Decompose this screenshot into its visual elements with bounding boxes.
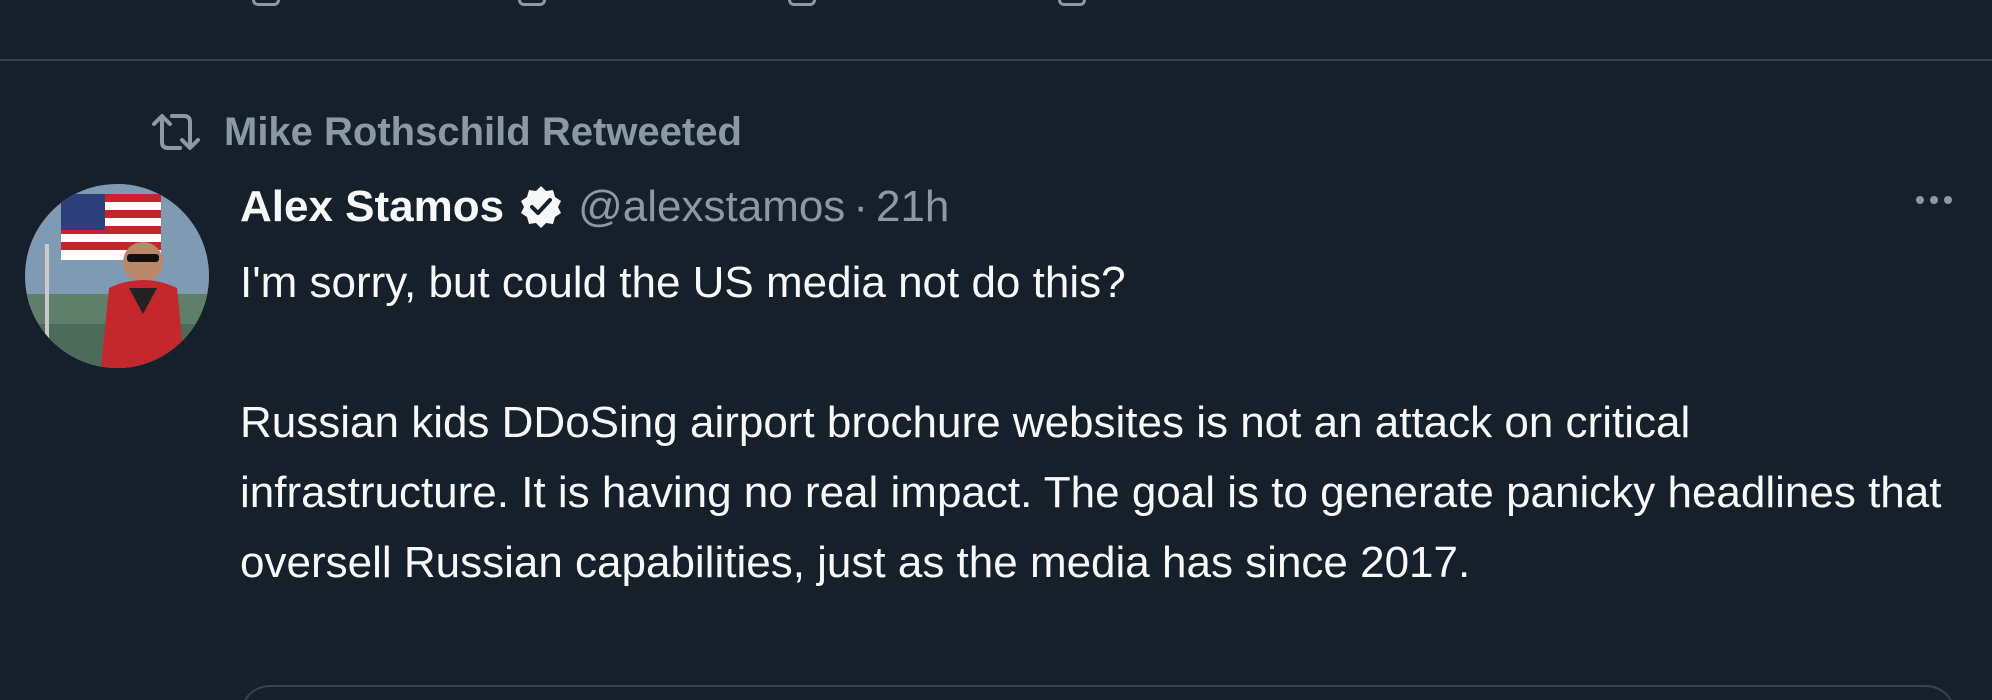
- tweet-text-paragraph: Russian kids DDoSing airport brochure we…: [240, 398, 1942, 587]
- author-handle[interactable]: @alexstamos: [578, 182, 845, 232]
- reply-icon[interactable]: [252, 0, 280, 6]
- retweet-icon[interactable]: [518, 0, 546, 6]
- tweet-text-paragraph: I'm sorry, but could the US media not do…: [240, 258, 1126, 307]
- verified-badge-icon[interactable]: [518, 184, 564, 230]
- tweet-text: I'm sorry, but could the US media not do…: [240, 248, 1960, 598]
- retweet-label[interactable]: Mike Rothschild Retweeted: [224, 104, 742, 160]
- like-icon[interactable]: [788, 0, 816, 6]
- share-icon[interactable]: [1058, 0, 1086, 6]
- previous-tweet-action-bar: [0, 0, 1992, 60]
- tweet-divider: [0, 59, 1992, 61]
- more-options-icon[interactable]: [1912, 188, 1956, 212]
- timeline: Mike Rothschild Retweeted Alex Stamos @a…: [0, 0, 1992, 700]
- tweet-header: Alex Stamos @alexstamos · 21h: [240, 176, 949, 238]
- timestamp[interactable]: 21h: [876, 182, 949, 232]
- retweet-context[interactable]: Mike Rothschild Retweeted: [150, 104, 742, 160]
- separator: ·: [853, 182, 868, 231]
- author-name[interactable]: Alex Stamos: [240, 182, 504, 232]
- avatar[interactable]: [25, 184, 209, 368]
- quoted-tweet-card[interactable]: [240, 685, 1956, 700]
- retweet-icon: [152, 114, 200, 150]
- avatar-image: [25, 184, 209, 368]
